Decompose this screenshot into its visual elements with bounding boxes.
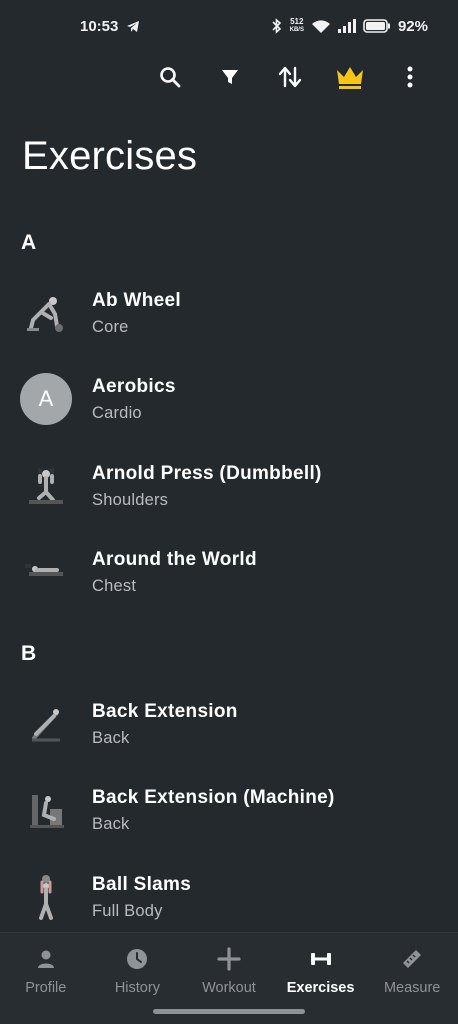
search-button[interactable] [140,52,200,102]
exercise-category: Back [92,814,130,833]
back-extension-machine-figure-icon [30,795,64,828]
toolbar [140,52,440,102]
exercise-letter-avatar: A [20,373,72,425]
exercise-category: Shoulders [92,490,169,509]
nav-label: Measure [383,980,441,996]
status-left: 10:53 [80,18,140,35]
battery-percent: 92% [397,17,428,35]
exercise-category: Core [92,317,129,336]
signal-icon [337,19,356,33]
crown-icon [337,67,363,89]
premium-button[interactable] [320,52,380,102]
exercise-name: Around the World [92,548,257,570]
around-the-world-figure-icon [25,564,63,576]
exercise-name: Back Extension [92,700,238,722]
back-extension-figure-icon [32,709,60,742]
wifi-icon [311,19,331,34]
nav-measure[interactable]: Measure [366,933,458,1024]
status-right: 512 KB/S 92% [271,18,428,35]
exercise-item-arnold-press[interactable]: Arnold Press (Dumbbell) Shoulders [0,443,458,529]
exercise-item-aerobics[interactable]: A Aerobics Cardio [0,356,458,442]
net-speed-value: 512 [290,17,304,26]
exercise-name: Aerobics [92,375,176,397]
arnold-press-figure-icon [29,468,63,504]
exercise-thumbnail [20,460,72,512]
sort-icon [278,66,302,88]
plus-icon [217,947,241,971]
ball-slams-figure-icon [39,875,53,920]
exercise-item-ball-slams[interactable]: Ball Slams Full Body [0,854,458,940]
status-time: 10:53 [80,17,119,35]
nav-label: Profile [25,980,67,996]
dumbbell-icon [310,953,331,965]
nav-label: Workout [202,980,256,996]
section-header-a: A [21,231,37,254]
exercise-thumbnail [20,784,72,836]
exercise-thumbnail [20,698,72,750]
exercise-category: Full Body [92,901,163,920]
home-indicator [153,1009,305,1014]
page-title: Exercises [22,134,198,178]
telegram-icon [126,20,140,33]
exercise-name: Ab Wheel [92,289,181,311]
net-speed-unit: KB/S [289,27,304,33]
person-icon [37,950,54,968]
status-bar: 10:53 512 KB/S 92% [0,0,458,52]
sort-button[interactable] [260,52,320,102]
nav-label: Exercises [286,980,355,996]
nav-profile[interactable]: Profile [0,933,92,1024]
exercise-category: Cardio [92,403,142,422]
more-options-button[interactable] [380,52,440,102]
exercise-item-around-the-world[interactable]: Around the World Chest [0,529,458,615]
exercise-category: Back [92,728,130,747]
exercise-item-ab-wheel[interactable]: Ab Wheel Core [0,270,458,356]
nav-label: History [114,980,160,996]
net-speed: 512 KB/S [290,18,304,34]
more-vert-icon [407,66,413,88]
exercise-item-back-extension[interactable]: Back Extension Back [0,681,458,767]
clock-icon [127,949,148,969]
ab-wheel-figure-icon [27,297,63,332]
section-header-b: B [21,642,37,665]
exercise-thumbnail [20,871,72,923]
ruler-icon [403,950,422,968]
filter-button[interactable] [200,52,260,102]
filter-icon [222,70,238,84]
exercise-item-back-extension-machine[interactable]: Back Extension (Machine) Back [0,767,458,853]
exercise-name: Arnold Press (Dumbbell) [92,462,322,484]
exercise-thumbnail [20,546,72,598]
bluetooth-icon [271,18,283,34]
search-icon [160,67,181,88]
exercise-name: Back Extension (Machine) [92,786,335,808]
exercise-name: Ball Slams [92,873,192,895]
exercise-thumbnail [20,287,72,339]
battery-icon [363,19,391,33]
exercise-category: Chest [92,576,137,595]
